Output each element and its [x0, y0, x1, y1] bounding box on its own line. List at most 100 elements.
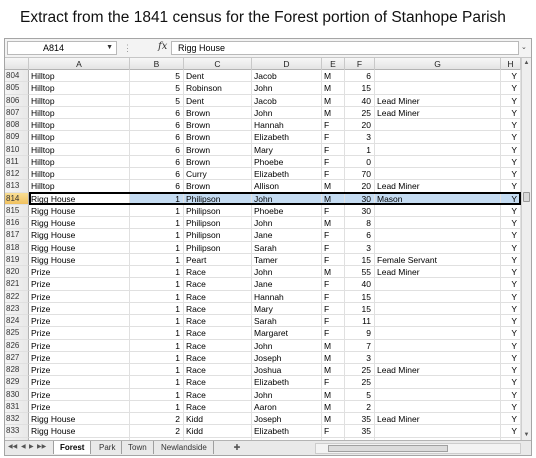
row-header[interactable]: 819 [5, 253, 29, 266]
row-header[interactable]: 818 [5, 241, 29, 254]
row-header[interactable]: 804 [5, 70, 29, 83]
cell-h[interactable]: Y [501, 266, 521, 279]
cell-h[interactable]: Y [501, 351, 521, 364]
table-row[interactable]: 812 Hilltop 6 Curry Elizabeth F 70 Y [5, 168, 521, 181]
cell-b[interactable]: 5 [130, 94, 184, 107]
row-header[interactable]: 821 [5, 278, 29, 291]
cell-f[interactable]: 55 [345, 266, 375, 279]
table-row[interactable]: 809 Hilltop 6 Brown Elizabeth F 3 Y [5, 131, 521, 144]
cell-a[interactable]: Rigg House [29, 253, 130, 266]
cell-f[interactable]: 40 [345, 94, 375, 107]
cell-c[interactable]: Race [184, 351, 252, 364]
cell-g[interactable] [375, 229, 501, 242]
cell-c[interactable]: Brown [184, 106, 252, 119]
cell-b[interactable]: 1 [130, 192, 184, 205]
row-header[interactable]: 812 [5, 168, 29, 181]
row-header[interactable]: 816 [5, 217, 29, 230]
cell-f[interactable]: 35 [345, 413, 375, 426]
row-header[interactable]: 824 [5, 315, 29, 328]
cell-b[interactable]: 1 [130, 278, 184, 291]
scroll-up-icon[interactable]: ▲ [522, 58, 531, 68]
cell-a[interactable]: Hilltop [29, 119, 130, 132]
table-row[interactable]: 821 Prize 1 Race Jane F 40 Y [5, 278, 521, 291]
cell-c[interactable]: Race [184, 388, 252, 401]
cell-e[interactable]: F [322, 204, 345, 217]
cell-a[interactable]: Hilltop [29, 82, 130, 95]
cell-g[interactable] [375, 388, 501, 401]
row-header[interactable]: 810 [5, 143, 29, 156]
cell-f[interactable]: 15 [345, 302, 375, 315]
scroll-down-icon[interactable]: ▼ [522, 430, 531, 440]
cell-h[interactable]: Y [501, 94, 521, 107]
cell-d[interactable]: Aaron [252, 400, 322, 413]
cell-f[interactable]: 30 [345, 192, 375, 205]
cell-g[interactable] [375, 315, 501, 328]
cell-e[interactable]: F [322, 278, 345, 291]
table-row[interactable]: 816 Rigg House 1 Philipson John M 8 Y [5, 217, 521, 230]
cell-a[interactable]: Hilltop [29, 143, 130, 156]
cell-c[interactable]: Race [184, 376, 252, 389]
cell-a[interactable]: Rigg House [29, 192, 130, 205]
cell-h[interactable]: Y [501, 425, 521, 438]
cell-h[interactable]: Y [501, 327, 521, 340]
cell-g[interactable] [375, 425, 501, 438]
cell-a[interactable]: Hilltop [29, 180, 130, 193]
cell-e[interactable]: M [322, 70, 345, 83]
cell-h[interactable]: Y [501, 302, 521, 315]
cell-d[interactable]: Jane [252, 229, 322, 242]
cell-e[interactable]: F [322, 376, 345, 389]
cell-a[interactable]: Prize [29, 290, 130, 303]
row-header[interactable]: 827 [5, 351, 29, 364]
cell-g[interactable]: Lead Miner [375, 364, 501, 377]
first-sheet-icon[interactable]: ◀◀ [8, 443, 17, 450]
cell-b[interactable]: 5 [130, 70, 184, 83]
cell-b[interactable]: 1 [130, 290, 184, 303]
cell-e[interactable]: M [322, 106, 345, 119]
table-row[interactable]: 806 Hilltop 5 Dent Jacob M 40 Lead Miner Y [5, 94, 521, 107]
prev-sheet-icon[interactable]: ◀ [21, 443, 26, 450]
cell-b[interactable]: 1 [130, 400, 184, 413]
cell-d[interactable]: Joseph [252, 351, 322, 364]
column-header-e[interactable]: E [322, 58, 345, 70]
cell-c[interactable]: Dent [184, 94, 252, 107]
cell-c[interactable]: Race [184, 278, 252, 291]
cell-g[interactable] [375, 204, 501, 217]
cell-f[interactable]: 40 [345, 278, 375, 291]
row-header[interactable]: 805 [5, 82, 29, 95]
cell-h[interactable]: Y [501, 278, 521, 291]
cell-e[interactable]: F [322, 253, 345, 266]
cell-g[interactable]: Lead Miner [375, 94, 501, 107]
cell-h[interactable]: Y [501, 155, 521, 168]
cell-g[interactable] [375, 168, 501, 181]
cell-a[interactable]: Prize [29, 400, 130, 413]
cell-b[interactable]: 6 [130, 168, 184, 181]
table-row[interactable]: 807 Hilltop 6 Brown John M 25 Lead Miner Y [5, 106, 521, 119]
cell-f[interactable]: 3 [345, 131, 375, 144]
cell-f[interactable]: 2 [345, 400, 375, 413]
cell-g[interactable] [375, 400, 501, 413]
cell-c[interactable]: Kidd [184, 413, 252, 426]
cell-h[interactable]: Y [501, 253, 521, 266]
cell-e[interactable]: F [322, 315, 345, 328]
cell-g[interactable] [375, 131, 501, 144]
cell-g[interactable] [375, 290, 501, 303]
cell-e[interactable]: F [322, 143, 345, 156]
cell-f[interactable]: 35 [345, 425, 375, 438]
cell-a[interactable]: Hilltop [29, 70, 130, 83]
cell-f[interactable]: 15 [345, 290, 375, 303]
cell-a[interactable]: Hilltop [29, 155, 130, 168]
cell-h[interactable]: Y [501, 204, 521, 217]
table-row[interactable]: 819 Rigg House 1 Peart Tamer F 15 Female Servan… [5, 253, 521, 266]
table-row[interactable]: 818 Rigg House 1 Philipson Sarah F 3 Y [5, 241, 521, 254]
table-row[interactable]: 825 Prize 1 Race Margaret F 9 Y [5, 327, 521, 340]
cell-f[interactable]: 25 [345, 106, 375, 119]
horizontal-scrollbar[interactable] [315, 443, 521, 454]
cell-c[interactable]: Robinson [184, 82, 252, 95]
cell-c[interactable]: Philipson [184, 229, 252, 242]
cell-f[interactable]: 8 [345, 217, 375, 230]
cell-f[interactable]: 15 [345, 82, 375, 95]
cell-f[interactable]: 9 [345, 327, 375, 340]
row-header[interactable]: 831 [5, 400, 29, 413]
cell-g[interactable]: Lead Miner [375, 413, 501, 426]
cell-c[interactable]: Dent [184, 70, 252, 83]
